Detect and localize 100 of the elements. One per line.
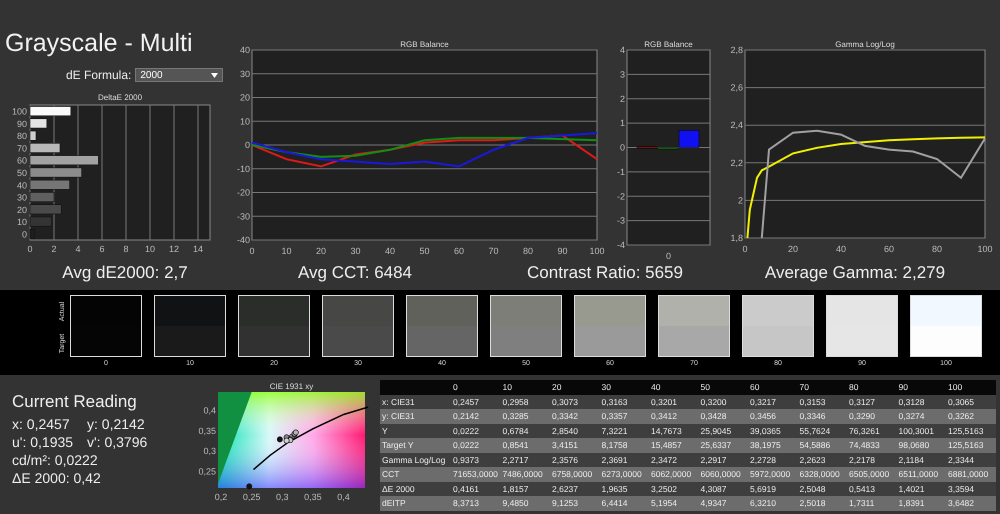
tick-label: 0 [666, 251, 671, 260]
tick-label: -1 [616, 166, 625, 177]
table-cell-text: 39,0365 [749, 426, 782, 436]
tick-label: 30 [350, 246, 360, 256]
table-cell-text: 0,3290 [848, 411, 876, 422]
table-cell-text: 6511,0000 [898, 469, 940, 480]
tick-label: 8 [124, 244, 128, 254]
table-cell-text: 2,3344 [947, 454, 975, 465]
tick-label: 14 [193, 244, 203, 254]
tick-label: 2,8 [730, 45, 743, 55]
tick-label: 0,4 [337, 492, 350, 502]
row-label: dEITP [381, 498, 407, 508]
table-cell-text: 2,5048 [798, 484, 826, 494]
tick-label: 0 [620, 142, 625, 152]
data-point [246, 483, 252, 490]
table-cell-text: 98,0680 [898, 440, 930, 450]
tick-label: 90 [16, 118, 27, 129]
table-cell-text: 6758,0000 [551, 469, 594, 480]
table-cell-text: 8,1758 [600, 440, 628, 450]
tick-label: 10 [282, 246, 292, 256]
table-cell-text: 1,4021 [898, 484, 926, 494]
table-cell-text: 9,4850 [502, 498, 530, 508]
table-cell-text: 6060,0000 [700, 469, 742, 480]
tick-label: 12 [169, 244, 179, 254]
reading-value: y: 0,2142 [87, 416, 146, 432]
chart-title: CIE 1931 xy [270, 382, 314, 391]
chart-title: RGB Balance [644, 40, 693, 49]
bar [30, 130, 36, 141]
tick-label: 50 [420, 246, 430, 256]
tick-label: 30 [240, 68, 250, 79]
tick-label: 50 [16, 168, 27, 178]
tick-label: 2 [620, 94, 625, 104]
column-header: 100 [947, 382, 964, 392]
bar [30, 192, 54, 202]
tick-label: 40 [836, 244, 846, 254]
table-cell-text: 7,3221 [600, 426, 628, 436]
tick-label: 10 [145, 244, 155, 254]
tick-label: -2 [616, 191, 625, 202]
tick-label: 0,35 [198, 426, 216, 436]
table-cell-text: 1,7311 [848, 498, 876, 508]
tick-label: -3 [616, 216, 625, 226]
table-cell-text: 5,6919 [749, 484, 777, 494]
table-cell-text: 2,2717 [502, 454, 530, 465]
tick-label: 0 [28, 244, 32, 254]
tick-label: 2 [738, 195, 743, 206]
table-cell-text: 6881,0000 [947, 469, 990, 480]
table-cell-text: 3,2502 [650, 484, 678, 494]
table-cell-text: 3,6482 [947, 498, 975, 508]
table-cell-text: 71653,0000 [452, 469, 499, 480]
tick-label: 0,35 [304, 492, 322, 502]
table-cell-text: 6062,0000 [650, 469, 692, 480]
tick-label: 80 [523, 246, 533, 256]
tick-label: 20 [240, 92, 250, 102]
table-cell-text: 5,1954 [650, 498, 678, 508]
tick-label: -40 [236, 235, 250, 245]
table-cell-text: 0,8541 [502, 440, 530, 450]
reading-value: cd/m²: 0,0222 [12, 452, 99, 468]
table-cell-text: 0,3200 [700, 396, 728, 407]
table-cell-text: 2,1184 [898, 454, 925, 465]
formula-dropdown[interactable]: 2000 [135, 68, 224, 82]
table-cell-text: 8,3713 [452, 498, 480, 508]
tick-label: 0 [22, 229, 27, 240]
table-cell-text: 0,4161 [452, 484, 480, 494]
table-cell-text: 0,3262 [947, 411, 975, 422]
chart-title: DeltaE 2000 [98, 93, 142, 102]
tick-label: 0 [250, 246, 254, 256]
column-header: 90 [898, 382, 909, 392]
tick-label: 2,6 [730, 82, 743, 93]
bar [30, 118, 48, 128]
table-cell-text: 0,5413 [848, 484, 876, 494]
table-cell-text: 0,3163 [600, 396, 628, 407]
reading-value: ΔE 2000: 0,42 [12, 470, 102, 486]
tick-label: 0 [742, 244, 748, 254]
table-cell-text: 5972,0000 [749, 469, 792, 480]
column-header: 60 [749, 382, 760, 392]
table-cell-text: 0,3274 [898, 411, 926, 422]
table-cell-text: 0,3128 [898, 396, 926, 407]
bar [30, 228, 36, 239]
tick-label: 30 [16, 192, 27, 203]
table-cell-text: 2,2917 [700, 454, 728, 465]
table-cell-text: 2,2178 [848, 454, 876, 465]
contrast-ratio: Contrast Ratio: 5659 [526, 262, 684, 282]
tick-label: 4 [76, 244, 80, 254]
table-cell-text: 0,6784 [502, 426, 530, 436]
row-label: y: CIE31 [381, 411, 416, 422]
table-cell-text: 0,3127 [848, 396, 876, 407]
tick-label: 4 [620, 45, 625, 55]
table-cell-text: 0,3357 [600, 411, 628, 422]
tick-label: 10 [16, 217, 27, 228]
table-cell-text: 55,7624 [798, 426, 832, 436]
tick-label: 70 [488, 246, 498, 256]
tick-label: 40 [16, 180, 27, 190]
tick-label: 2,4 [730, 120, 743, 130]
column-header: 50 [700, 382, 711, 392]
tick-label: 20 [788, 244, 798, 254]
tick-label: 1,8 [730, 233, 743, 243]
tick-label: 100 [977, 244, 993, 254]
row-label: x: CIE31 [381, 396, 416, 407]
bar [30, 168, 82, 178]
tick-label: 60 [884, 244, 894, 254]
